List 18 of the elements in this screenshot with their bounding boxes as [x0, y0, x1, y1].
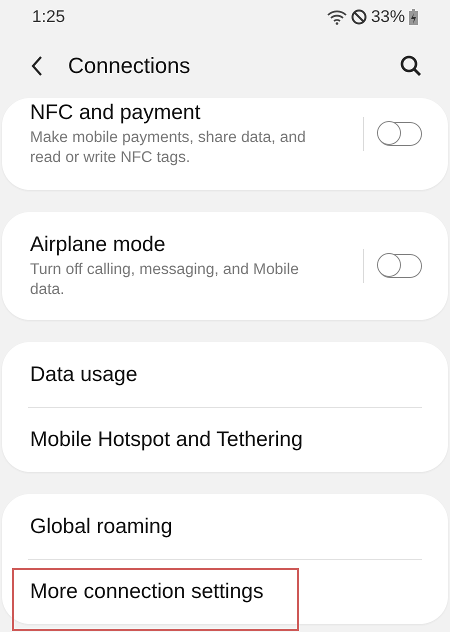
setting-title: Airplane mode [30, 232, 166, 258]
setting-description: Turn off calling, messaging, and Mobile data. [30, 260, 300, 300]
battery-charging-icon [409, 9, 418, 25]
menu-item[interactable]: Data usage [30, 362, 138, 388]
menu-item[interactable]: More connection settings [30, 578, 264, 604]
page-title: Connections [68, 53, 192, 79]
blocked-icon [350, 9, 367, 25]
setting-description: Make mobile payments, share data, and read or write NFC tags. [30, 128, 307, 168]
menu-item[interactable]: Mobile Hotspot and Tethering [30, 426, 303, 452]
search-icon[interactable] [400, 55, 422, 77]
battery-percent: 33% [370, 7, 405, 27]
toggle-switch[interactable] [378, 254, 422, 278]
wifi-icon [326, 9, 347, 25]
back-button[interactable] [30, 55, 44, 77]
toggle-switch[interactable] [378, 122, 422, 146]
setting-title: NFC and payment [30, 100, 202, 126]
menu-item[interactable]: Global roaming [30, 514, 172, 540]
clock: 1:25 [32, 7, 66, 27]
